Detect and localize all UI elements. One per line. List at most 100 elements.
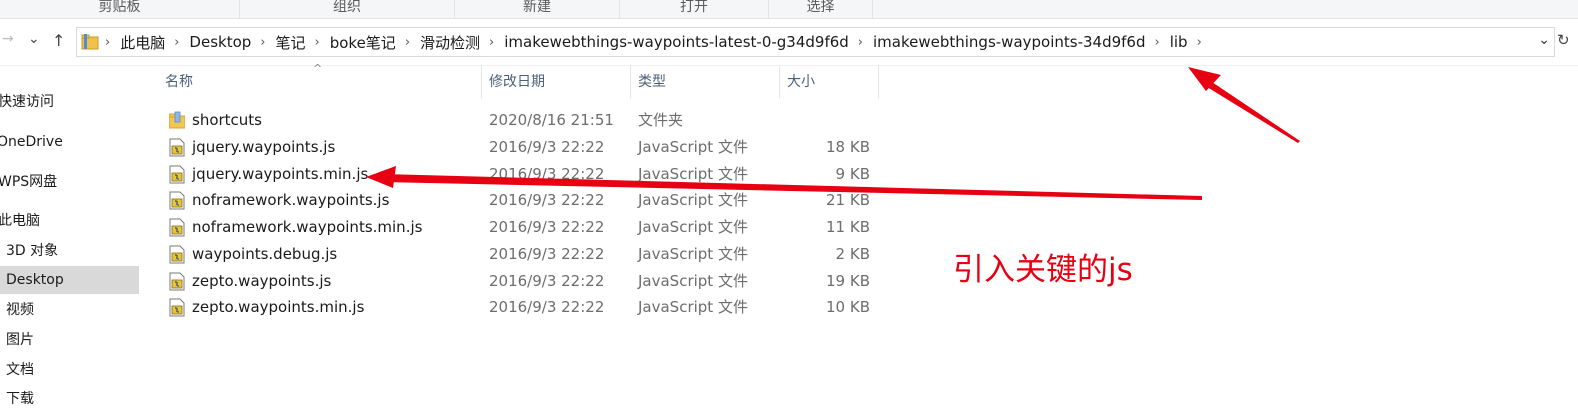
file-size: 18 KB — [826, 138, 870, 156]
nav-item-quick-access[interactable]: 快速访问 — [0, 88, 138, 116]
nav-item-documents[interactable]: 文档 — [0, 356, 140, 384]
file-type: 文件夹 — [638, 111, 684, 129]
refresh-icon[interactable]: ↻ — [1557, 31, 1570, 49]
js-file-icon — [169, 245, 185, 264]
file-modified: 2016/9/3 22:22 — [489, 191, 605, 209]
crumb-notes[interactable]: 笔记 — [276, 32, 306, 53]
js-file-icon — [169, 138, 185, 157]
nav-item-wps-drive[interactable]: WPS网盘 — [0, 168, 138, 196]
file-row[interactable]: jquery.waypoints.min.js 2016/9/3 22:22 J… — [164, 161, 884, 188]
file-modified: 2016/9/3 22:22 — [489, 245, 605, 263]
js-file-icon — [169, 191, 185, 210]
column-divider[interactable] — [779, 66, 780, 98]
file-type: JavaScript 文件 — [638, 191, 748, 209]
file-size: 19 KB — [826, 272, 870, 290]
folder-icon — [169, 111, 185, 129]
file-name: zepto.waypoints.js — [192, 272, 332, 290]
column-divider[interactable] — [630, 66, 631, 98]
file-type: JavaScript 文件 — [638, 165, 748, 183]
sort-ascending-icon: ^ — [313, 62, 323, 75]
up-arrow-icon[interactable]: ↑ — [52, 31, 65, 50]
ribbon-group-organize[interactable]: 组织 — [240, 0, 455, 18]
file-name: jquery.waypoints.min.js — [192, 165, 369, 183]
crumb-boke-notes[interactable]: boke笔记 — [330, 32, 396, 53]
file-modified: 2020/8/16 21:51 — [489, 111, 614, 129]
nav-item-3d-objects[interactable]: 3D 对象 — [0, 237, 140, 265]
forward-arrow-icon[interactable]: → — [2, 31, 14, 47]
file-size: 10 KB — [826, 298, 870, 316]
file-type: JavaScript 文件 — [638, 218, 748, 236]
file-row[interactable]: jquery.waypoints.js 2016/9/3 22:22 JavaS… — [164, 134, 884, 161]
file-size — [764, 107, 870, 134]
crumb-lib[interactable]: lib — [1170, 33, 1188, 51]
column-divider[interactable] — [878, 66, 879, 98]
file-type: JavaScript 文件 — [638, 272, 748, 290]
file-name: noframework.waypoints.js — [192, 191, 390, 209]
annotation-text: 引入关键的js — [953, 252, 1133, 288]
file-modified: 2016/9/3 22:22 — [489, 298, 605, 316]
crumb-desktop[interactable]: Desktop — [189, 33, 251, 51]
file-explorer-window: 剪贴板 组织 新建 打开 选择 → ⌄ ↑ › 此电脑 › Desktop › … — [0, 0, 1578, 414]
nav-item-videos[interactable]: 视频 — [0, 296, 140, 324]
arrow-to-lib-crumb — [1188, 67, 1300, 143]
breadcrumb-separator-icon[interactable]: › — [105, 35, 110, 50]
address-row: → ⌄ ↑ › 此电脑 › Desktop › 笔记 › boke笔记 › 滑动… — [0, 19, 1578, 66]
file-modified: 2016/9/3 22:22 — [489, 272, 605, 290]
crumb-waypoints-latest[interactable]: imakewebthings-waypoints-latest-0-g34d9f… — [504, 33, 849, 51]
file-type: JavaScript 文件 — [638, 298, 748, 316]
file-name: jquery.waypoints.js — [192, 138, 336, 156]
ribbon-group-open[interactable]: 打开 — [620, 0, 769, 18]
file-size: 21 KB — [826, 191, 870, 209]
nav-item-pictures[interactable]: 图片 — [0, 326, 140, 354]
column-header-type[interactable]: 类型 — [638, 66, 666, 98]
nav-item-downloads[interactable]: 下载 — [0, 385, 140, 413]
ribbon-group-new[interactable]: 新建 — [455, 0, 620, 18]
file-size: 2 KB — [835, 245, 870, 263]
breadcrumb-separator-icon[interactable]: › — [405, 35, 410, 50]
file-row[interactable]: waypoints.debug.js 2016/9/3 22:22 JavaSc… — [164, 241, 884, 268]
address-bar[interactable]: › 此电脑 › Desktop › 笔记 › boke笔记 › 滑动检测 › i… — [76, 27, 1555, 57]
file-name: noframework.waypoints.min.js — [192, 218, 423, 236]
breadcrumb-separator-icon[interactable]: › — [174, 35, 179, 50]
column-header-size[interactable]: 大小 — [787, 66, 815, 98]
breadcrumb-separator-icon[interactable]: › — [1155, 35, 1160, 50]
breadcrumb-separator-icon[interactable]: › — [315, 35, 320, 50]
column-header-name[interactable]: 名称 — [165, 66, 193, 98]
breadcrumb-separator-icon[interactable]: › — [1197, 35, 1202, 50]
crumb-slide-detect[interactable]: 滑动检测 — [420, 32, 480, 53]
file-row[interactable]: shortcuts 2020/8/16 21:51 文件夹 — [164, 107, 884, 134]
js-file-icon — [169, 218, 185, 237]
js-file-icon — [169, 272, 185, 291]
file-modified: 2016/9/3 22:22 — [489, 138, 605, 156]
column-divider[interactable] — [481, 66, 482, 98]
file-size: 9 KB — [835, 165, 870, 183]
js-file-icon — [169, 165, 185, 184]
file-row[interactable]: noframework.waypoints.min.js 2016/9/3 22… — [164, 214, 884, 241]
file-row[interactable]: noframework.waypoints.js 2016/9/3 22:22 … — [164, 187, 884, 214]
column-header-modified[interactable]: 修改日期 — [489, 66, 545, 98]
file-row[interactable]: zepto.waypoints.js 2016/9/3 22:22 JavaSc… — [164, 268, 884, 295]
js-file-icon — [169, 298, 185, 317]
breadcrumb-separator-icon[interactable]: › — [260, 35, 265, 50]
nav-item-this-pc[interactable]: 此电脑 — [0, 207, 138, 235]
file-type: JavaScript 文件 — [638, 245, 748, 263]
file-name: shortcuts — [192, 111, 262, 129]
nav-item-onedrive[interactable]: OneDrive — [0, 128, 137, 156]
ribbon-group-clipboard[interactable]: 剪贴板 — [0, 0, 240, 18]
ribbon-group-labels: 剪贴板 组织 新建 打开 选择 — [0, 0, 1578, 19]
ribbon-group-select[interactable]: 选择 — [769, 0, 873, 18]
file-type: JavaScript 文件 — [638, 138, 748, 156]
breadcrumb-separator-icon[interactable]: › — [489, 35, 494, 50]
recent-locations-chevron-icon[interactable]: ⌄ — [28, 31, 40, 47]
crumb-this-pc[interactable]: 此电脑 — [120, 32, 165, 53]
file-modified: 2016/9/3 22:22 — [489, 218, 605, 236]
breadcrumb-separator-icon[interactable]: › — [858, 35, 863, 50]
file-name: zepto.waypoints.min.js — [192, 298, 365, 316]
nav-item-desktop[interactable]: Desktop — [0, 266, 139, 294]
address-dropdown-chevron-icon[interactable]: ⌄ — [1538, 32, 1550, 48]
file-size: 11 KB — [826, 218, 870, 236]
breadcrumb: › 此电脑 › Desktop › 笔记 › boke笔记 › 滑动检测 › i… — [81, 28, 1212, 56]
file-row[interactable]: zepto.waypoints.min.js 2016/9/3 22:22 Ja… — [164, 294, 884, 321]
crumb-waypoints-34d9f6d[interactable]: imakewebthings-waypoints-34d9f6d — [873, 33, 1146, 51]
file-name: waypoints.debug.js — [192, 245, 338, 263]
